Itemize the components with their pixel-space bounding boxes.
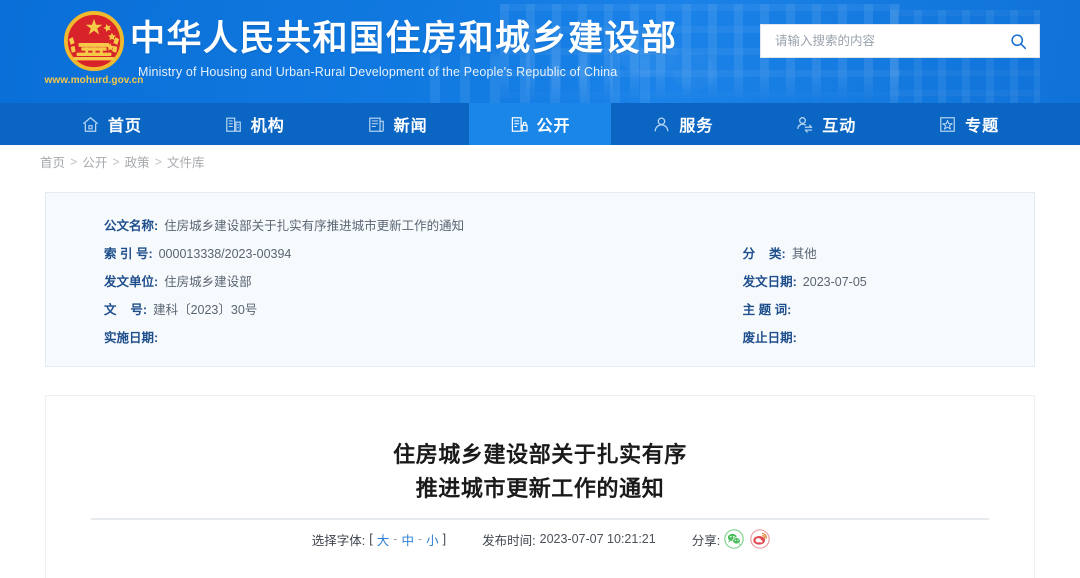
nav-label-home: 首页	[107, 118, 142, 135]
interaction-icon	[797, 116, 813, 133]
bracket-close: ]	[442, 532, 447, 546]
breadcrumb-separator-1: >	[112, 154, 120, 169]
breadcrumb-separator-2: >	[154, 154, 162, 169]
font-size-medium-button[interactable]: 中	[401, 530, 414, 549]
search-input[interactable]	[775, 34, 1007, 48]
building-icon	[225, 117, 241, 132]
article-title: 住房城乡建设部关于扎实有序 推进城市更新工作的通知	[46, 438, 1034, 506]
breadcrumb-item-2[interactable]: 政策	[125, 152, 150, 171]
breadcrumb-item-3[interactable]: 文件库	[167, 152, 205, 171]
metadata-cell-subject-terms: 主 题 词:	[743, 299, 1034, 318]
font-size-small-button[interactable]: 小	[426, 530, 439, 549]
search-icon	[1010, 33, 1026, 49]
share-label: 分享:	[691, 533, 721, 548]
nav-item-interaction[interactable]: 互动	[754, 103, 897, 145]
nav-item-home[interactable]: 首页	[40, 103, 183, 145]
document-metadata-panel: 公文名称: 住房城乡建设部关于扎实有序推进城市更新工作的通知 索 引 号: 00…	[45, 192, 1035, 367]
metadata-label: 主 题 词:	[742, 303, 792, 317]
article-title-line-1: 住房城乡建设部关于扎实有序	[393, 442, 687, 467]
publish-time-group: 发布时间: 2023-07-07 10:21:21	[482, 530, 656, 549]
nav-item-open-info[interactable]: 公开	[468, 103, 612, 145]
nav-item-organization[interactable]: 机构	[183, 103, 326, 145]
national-emblem-block: www.mohurd.gov.cn	[45, 10, 143, 98]
gov-url-text: www.mohurd.gov.cn	[44, 75, 144, 86]
wechat-share-icon[interactable]	[724, 529, 744, 549]
font-size-label: 选择字体:	[311, 533, 366, 548]
main-navigation: 首页 机构 新闻 公开 服务 互动 专题	[0, 103, 1080, 145]
metadata-label: 分 类:	[742, 247, 786, 261]
share-group: 分享:	[692, 529, 770, 549]
metadata-cell-issuing-unit: 发文单位: 住房城乡建设部	[104, 271, 743, 290]
font-size-large-button[interactable]: 大	[377, 530, 390, 549]
nav-label-news: 新闻	[393, 118, 428, 135]
metadata-label: 公文名称:	[104, 219, 159, 233]
metadata-cell-document-number: 文 号: 建科〔2023〕30号	[104, 299, 743, 318]
metadata-grid: 公文名称: 住房城乡建设部关于扎实有序推进城市更新工作的通知 索 引 号: 00…	[46, 193, 1034, 355]
metadata-value: 2023-07-05	[802, 275, 867, 289]
breadcrumb: 首页 > 公开 > 政策 > 文件库	[0, 145, 1080, 178]
share-icon-list	[724, 529, 770, 549]
metadata-value: 住房城乡建设部	[164, 275, 252, 289]
nav-item-service[interactable]: 服务	[611, 103, 754, 145]
metadata-label: 废止日期:	[742, 331, 797, 345]
weibo-share-icon[interactable]	[750, 529, 770, 549]
metadata-row: 索 引 号: 000013338/2023-00394 分 类: 其他	[46, 243, 1034, 271]
china-national-emblem-icon	[63, 10, 125, 72]
star-topic-icon	[940, 116, 955, 132]
publish-time-value: 2023-07-07 10:21:21	[539, 532, 656, 546]
metadata-row: 公文名称: 住房城乡建设部关于扎实有序推进城市更新工作的通知	[46, 215, 1034, 243]
breadcrumb-item-1[interactable]: 公开	[82, 152, 107, 171]
nav-label-topic: 专题	[965, 118, 1000, 135]
bracket-open: [	[369, 532, 373, 546]
article-card: 住房城乡建设部关于扎实有序 推进城市更新工作的通知 选择字体: [ 大 - 中 …	[45, 395, 1035, 578]
metadata-row: 文 号: 建科〔2023〕30号 主 题 词:	[46, 299, 1034, 327]
site-title-en: Ministry of Housing and Urban-Rural Deve…	[138, 65, 618, 79]
article-title-line-2: 推进城市更新工作的通知	[415, 476, 665, 501]
nav-label-organization: 机构	[250, 118, 285, 135]
metadata-label: 实施日期:	[104, 331, 159, 345]
nav-item-news[interactable]: 新闻	[326, 103, 469, 145]
metadata-cell-issue-date: 发文日期: 2023-07-05	[743, 271, 1034, 290]
site-title-cn: 中华人民共和国住房和城乡建设部	[130, 19, 678, 58]
metadata-label: 索 引 号:	[104, 247, 153, 261]
metadata-label: 发文单位:	[104, 275, 159, 289]
nav-label-interaction: 互动	[822, 118, 857, 135]
site-header: www.mohurd.gov.cn 中华人民共和国住房和城乡建设部 Minist…	[0, 0, 1080, 103]
breadcrumb-item-0[interactable]: 首页	[40, 152, 65, 171]
service-person-icon	[654, 117, 669, 131]
metadata-value: 其他	[791, 247, 817, 261]
font-size-selector: 选择字体: [ 大 - 中 - 小 ]	[312, 530, 446, 549]
search-button[interactable]	[1007, 30, 1029, 52]
metadata-row: 实施日期: 废止日期:	[46, 327, 1034, 355]
search-box[interactable]	[760, 24, 1040, 58]
metadata-cell-repeal-date: 废止日期:	[743, 327, 1034, 346]
open-info-icon	[511, 116, 528, 132]
nav-label-open-info: 公开	[536, 118, 571, 135]
nav-item-topic[interactable]: 专题	[897, 103, 1040, 145]
metadata-label: 发文日期:	[742, 275, 797, 289]
title-divider	[91, 518, 989, 520]
article-toolbar: 选择字体: [ 大 - 中 - 小 ] 发布时间: 2023-07-07 10:…	[46, 529, 1036, 549]
metadata-value: 000013338/2023-00394	[158, 247, 292, 261]
publish-time-label: 发布时间:	[482, 533, 536, 548]
nav-label-service: 服务	[679, 118, 714, 135]
metadata-cell-category: 分 类: 其他	[743, 243, 1034, 262]
news-icon	[368, 117, 384, 132]
font-size-dash-1: -	[393, 532, 398, 546]
metadata-value: 建科〔2023〕30号	[153, 303, 258, 317]
home-icon	[82, 116, 98, 132]
site-title-block: 中华人民共和国住房和城乡建设部 Ministry of Housing and …	[130, 18, 678, 79]
metadata-label: 文 号:	[104, 303, 148, 317]
metadata-cell-doc-name: 公文名称: 住房城乡建设部关于扎实有序推进城市更新工作的通知	[104, 215, 744, 234]
metadata-value: 住房城乡建设部关于扎实有序推进城市更新工作的通知	[164, 219, 465, 233]
metadata-cell-index-number: 索 引 号: 000013338/2023-00394	[104, 243, 743, 262]
font-size-dash-2: -	[417, 532, 423, 546]
breadcrumb-separator-0: >	[70, 154, 78, 169]
metadata-row: 发文单位: 住房城乡建设部 发文日期: 2023-07-05	[46, 271, 1034, 299]
metadata-cell-effective-date: 实施日期:	[104, 327, 743, 346]
